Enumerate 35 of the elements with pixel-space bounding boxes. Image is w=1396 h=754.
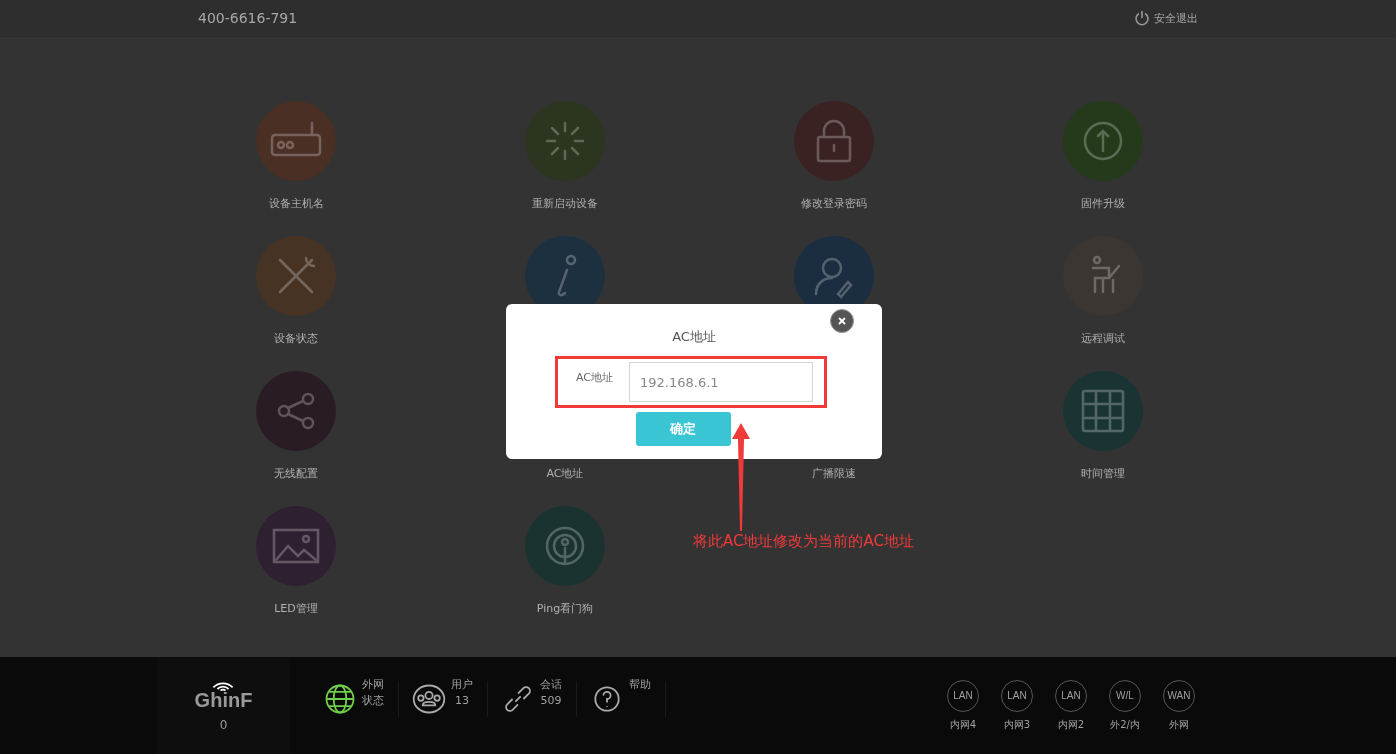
- close-button[interactable]: [830, 309, 854, 333]
- tile-label[interactable]: AC地址: [546, 466, 584, 481]
- stat-label: 用户: [451, 676, 473, 693]
- stat-value: 13: [455, 692, 469, 709]
- port-label: 内网2: [1057, 717, 1085, 732]
- address-input[interactable]: 192.168.6.1: [629, 362, 813, 402]
- tile-label[interactable]: Ping看门狗: [536, 601, 594, 616]
- annotation-text: 将此AC地址修改为当前的AC地址: [693, 532, 914, 551]
- tile-label[interactable]: 修改登录密码: [801, 196, 867, 211]
- brand-logo: GhinF: [194, 679, 253, 712]
- phone-number: 400-6616-791: [198, 10, 298, 26]
- tile-label[interactable]: LED管理: [274, 601, 318, 616]
- power-icon: [1134, 10, 1150, 26]
- dialog-title: AC地址: [672, 328, 716, 346]
- tile-label[interactable]: 设备状态: [274, 331, 318, 346]
- port-label: 外网: [1169, 717, 1189, 732]
- stat-label: 帮助: [629, 676, 651, 693]
- tile-label[interactable]: 设备主机名: [268, 196, 324, 211]
- port-label: 内网4: [949, 717, 977, 732]
- stat-label: 会话: [540, 676, 562, 693]
- tile-label[interactable]: 固件升级: [1081, 196, 1125, 211]
- close-icon: [837, 316, 847, 326]
- logout-link[interactable]: 安全退出: [1134, 10, 1198, 26]
- field-label: AC地址: [576, 370, 613, 385]
- stat-label: 外网: [362, 676, 384, 693]
- tile-label[interactable]: 时间管理: [1081, 466, 1125, 481]
- tile-label[interactable]: 远程调试: [1081, 331, 1125, 346]
- tile-label[interactable]: 重新启动设备: [532, 196, 598, 211]
- stat-value: 状态: [362, 692, 384, 709]
- brand-count: 0: [219, 718, 228, 732]
- stat-value: 509: [540, 692, 562, 709]
- tile-label[interactable]: 广播限速: [812, 466, 856, 481]
- port-label: 内网3: [1003, 717, 1031, 732]
- tile-label[interactable]: 无线配置: [274, 466, 318, 481]
- port-label: 外2/内: [1110, 717, 1140, 732]
